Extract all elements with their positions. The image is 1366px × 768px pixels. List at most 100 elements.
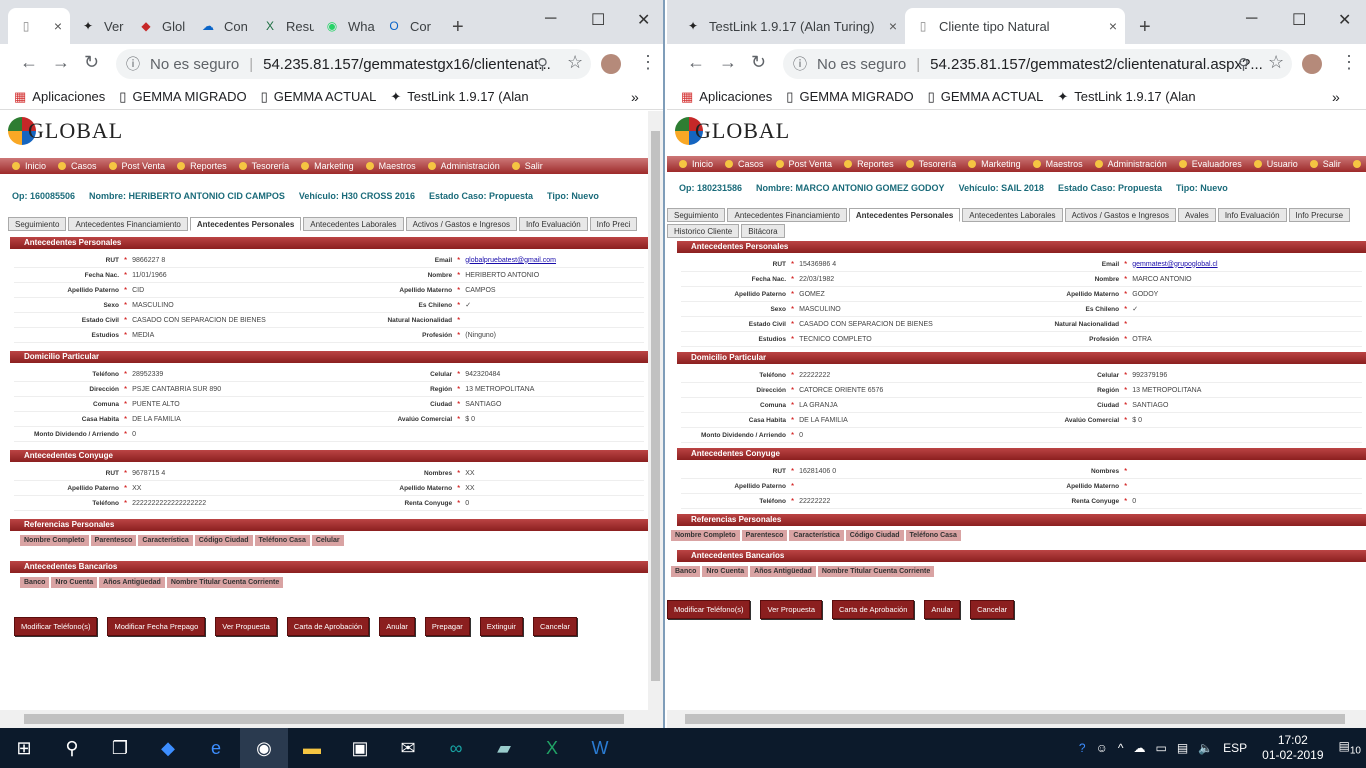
- more-bookmarks-icon[interactable]: »: [631, 89, 639, 105]
- action-button[interactable]: Modificar Fecha Prepago: [107, 617, 206, 636]
- dropbox-icon[interactable]: ◆: [144, 728, 192, 768]
- volume-icon[interactable]: 🔈: [1198, 741, 1213, 755]
- help-icon[interactable]: ?: [1079, 741, 1086, 755]
- menu-item[interactable]: Inicio: [679, 159, 713, 169]
- bookmark-star-icon[interactable]: ☆: [1268, 52, 1284, 73]
- notes-icon[interactable]: ▰: [480, 728, 528, 768]
- column-header[interactable]: Parentesco: [741, 530, 788, 541]
- notification-center-icon[interactable]: ▤10: [1339, 739, 1361, 756]
- file-explorer-icon[interactable]: ▬: [288, 728, 336, 768]
- section-tab[interactable]: Antecedentes Personales: [189, 217, 302, 231]
- more-bookmarks-icon[interactable]: »: [1332, 89, 1340, 105]
- column-header[interactable]: Nombre Titular Cuenta Corriente: [166, 577, 284, 588]
- excel-icon[interactable]: X: [528, 728, 576, 768]
- avatar[interactable]: [601, 54, 621, 74]
- field-value[interactable]: globalpruebatest@gmail.com: [465, 257, 556, 264]
- scroll-thumb[interactable]: [685, 714, 1345, 724]
- section-tab[interactable]: Avales: [1177, 208, 1216, 222]
- bookmark-star-icon[interactable]: ☆: [567, 52, 583, 73]
- action-button[interactable]: Anular: [924, 600, 961, 619]
- column-header[interactable]: Nombre Completo: [20, 535, 89, 546]
- field-value[interactable]: gemmatest@grupoglobal.cl: [1132, 261, 1217, 268]
- section-tab[interactable]: Antecedentes Laborales: [962, 208, 1063, 222]
- section-tab[interactable]: Info Evaluación: [1217, 208, 1287, 222]
- column-header[interactable]: Nombre Titular Cuenta Corriente: [817, 566, 935, 577]
- language-indicator[interactable]: ESP: [1223, 741, 1247, 755]
- bookmark-item[interactable]: ▦ Aplicaciones: [681, 89, 772, 105]
- close-icon[interactable]: ×: [889, 18, 897, 34]
- column-header[interactable]: Parentesco: [90, 535, 137, 546]
- close-window-icon[interactable]: ✕: [637, 10, 650, 30]
- menu-item[interactable]: Reportes: [844, 159, 894, 169]
- column-header[interactable]: Nro Cuenta: [702, 566, 749, 577]
- new-tab-button[interactable]: +: [452, 16, 464, 39]
- column-header[interactable]: Característica: [789, 530, 844, 541]
- url-text[interactable]: 54.235.81.157/gemmatestgx16/clientenat..…: [263, 56, 551, 73]
- back-icon[interactable]: ←: [687, 52, 705, 73]
- minimize-icon[interactable]: ─: [545, 10, 556, 28]
- section-tab[interactable]: Info Evaluación: [518, 217, 588, 231]
- browser-tab[interactable]: ◆ Glol: [128, 8, 190, 44]
- menu-item[interactable]: Post Venta: [108, 161, 165, 171]
- menu-item[interactable]: Tesorería: [905, 159, 956, 169]
- section-tab[interactable]: Info Precurse: [1288, 208, 1351, 222]
- menu-item[interactable]: Casos: [725, 159, 764, 169]
- section-tab[interactable]: Info Preci: [589, 217, 638, 231]
- zoom-icon[interactable]: ⚲: [537, 55, 548, 73]
- column-header[interactable]: Característica: [138, 535, 193, 546]
- section-tab[interactable]: Activos / Gastos e Ingresos: [1064, 208, 1176, 222]
- menu-item[interactable]: Usu: [1352, 159, 1366, 169]
- address-bar[interactable]: ⓘ No es seguro | 54.235.81.157/gemmatestgx1…: [116, 49, 591, 79]
- browser-tab[interactable]: ☁ Con: [190, 8, 252, 44]
- browser-tab[interactable]: ▯ Cliente tipo Natural ×: [905, 8, 1125, 44]
- action-button[interactable]: Ver Propuesta: [215, 617, 277, 636]
- browser-tab[interactable]: ◉ Wha: [314, 8, 376, 44]
- word-icon[interactable]: W: [576, 728, 624, 768]
- bookmark-item[interactable]: ▯ GEMMA MIGRADO: [119, 89, 246, 105]
- browser-tab[interactable]: O Cor: [376, 8, 438, 44]
- zoom-icon[interactable]: ⚲: [1238, 55, 1249, 73]
- menu-item[interactable]: Maestros: [365, 161, 416, 171]
- search-icon[interactable]: ⚲: [48, 728, 96, 768]
- menu-item[interactable]: Administración: [427, 161, 500, 171]
- column-header[interactable]: Nombre Completo: [671, 530, 740, 541]
- menu-item[interactable]: Salir: [511, 161, 543, 171]
- global-logo[interactable]: GLOBAL: [8, 117, 123, 145]
- bookmark-item[interactable]: ▯ GEMMA MIGRADO: [786, 89, 913, 105]
- browser-tab[interactable]: ▯ ×: [8, 8, 70, 44]
- column-header[interactable]: Años Antigüedad: [750, 566, 816, 577]
- store-icon[interactable]: ▣: [336, 728, 384, 768]
- menu-item[interactable]: Casos: [58, 161, 97, 171]
- column-header[interactable]: Código Ciudad: [845, 530, 904, 541]
- browser-tab[interactable]: X Resu: [252, 8, 314, 44]
- reload-icon[interactable]: ↻: [751, 52, 766, 73]
- browser-tab[interactable]: ✦ TestLink 1.9.17 (Alan Turing) ×: [675, 8, 905, 44]
- menu-icon[interactable]: ⋮: [1340, 52, 1358, 73]
- action-button[interactable]: Cancelar: [532, 617, 577, 636]
- column-header[interactable]: Teléfono Casa: [905, 530, 961, 541]
- start-button[interactable]: ⊞: [0, 728, 48, 768]
- scroll-thumb[interactable]: [651, 131, 660, 681]
- section-tab[interactable]: Bitácora: [741, 224, 785, 238]
- bookmark-item[interactable]: ✦ TestLink 1.9.17 (Alan: [1057, 89, 1195, 105]
- vertical-scrollbar[interactable]: [648, 111, 663, 710]
- menu-item[interactable]: Marketing: [968, 159, 1021, 169]
- menu-item[interactable]: Post Venta: [775, 159, 832, 169]
- column-header[interactable]: Nro Cuenta: [51, 577, 98, 588]
- column-header[interactable]: Banco: [20, 577, 50, 588]
- menu-item[interactable]: Maestros: [1032, 159, 1083, 169]
- new-tab-button[interactable]: +: [1139, 16, 1151, 39]
- clock[interactable]: 17:02 01-02-2019: [1262, 733, 1323, 763]
- bookmark-item[interactable]: ▯ GEMMA ACTUAL: [928, 89, 1044, 105]
- action-button[interactable]: Ver Propuesta: [760, 600, 823, 619]
- column-header[interactable]: Código Ciudad: [194, 535, 253, 546]
- reload-icon[interactable]: ↻: [84, 52, 99, 73]
- menu-item[interactable]: Tesorería: [238, 161, 289, 171]
- forward-icon[interactable]: →: [52, 52, 70, 73]
- close-icon[interactable]: ×: [54, 18, 62, 34]
- edge-icon[interactable]: e: [192, 728, 240, 768]
- menu-item[interactable]: Salir: [1309, 159, 1341, 169]
- url-text[interactable]: 54.235.81.157/gemmatest2/clientenatural.…: [930, 56, 1263, 73]
- address-bar[interactable]: ⓘ No es seguro | 54.235.81.157/gemmatest2/c…: [783, 49, 1292, 79]
- section-tab[interactable]: Historico Cliente: [667, 224, 740, 238]
